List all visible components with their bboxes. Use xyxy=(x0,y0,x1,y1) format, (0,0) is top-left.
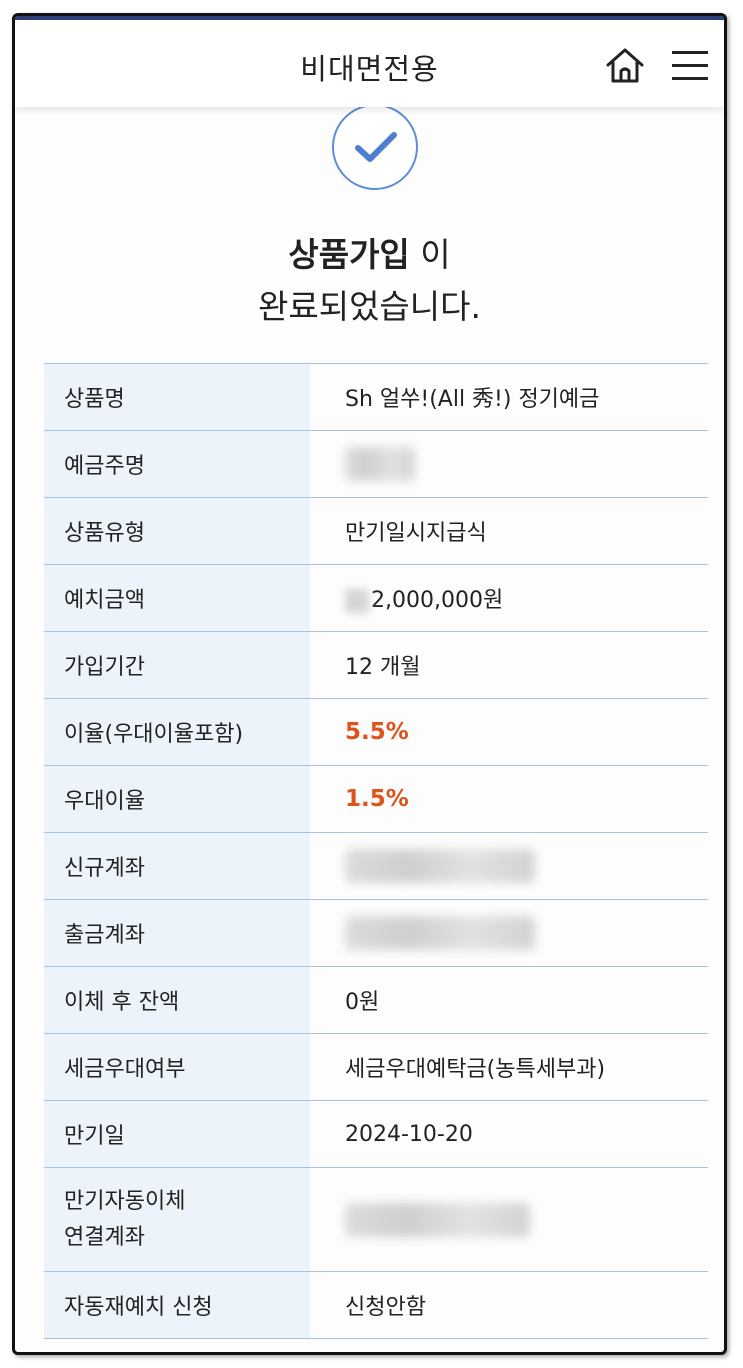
redacted-digit xyxy=(345,589,369,613)
row-value xyxy=(310,899,708,967)
redacted-new-account xyxy=(345,849,535,883)
row-label: 예금주명 xyxy=(44,430,310,498)
app-frame: 비대면전용 상품가입 이 완료되었습니다. 상품명 Sh 얼쑤!(All 秀!)… xyxy=(12,13,727,1355)
redacted-withdrawal-account xyxy=(345,916,535,950)
row-value: 2024-10-20 xyxy=(310,1100,708,1168)
row-value: 5.5% xyxy=(310,698,708,766)
table-row: 예금주명 xyxy=(44,430,708,498)
product-join-title: 상품가입 xyxy=(288,235,410,274)
table-row: 출금계좌 xyxy=(44,899,708,967)
row-label: 출금계좌 xyxy=(44,899,310,967)
row-label: 만기일 xyxy=(44,1100,310,1168)
completion-message: 상품가입 이 완료되었습니다. xyxy=(15,232,724,336)
redacted-holder-name xyxy=(345,447,415,481)
interest-rate: 5.5% xyxy=(345,719,409,745)
row-label: 신규계좌 xyxy=(44,832,310,900)
home-icon[interactable] xyxy=(605,46,645,84)
row-label: 이체 후 잔액 xyxy=(44,966,310,1034)
table-row: 만기자동이체연결계좌 xyxy=(44,1167,708,1272)
row-label: 자동재예치 신청 xyxy=(44,1271,310,1339)
row-value: 신청안함 xyxy=(310,1271,708,1339)
table-row: 이체 후 잔액 0원 xyxy=(44,966,708,1034)
preferential-rate: 1.5% xyxy=(345,786,409,812)
redacted-auto-transfer-account xyxy=(345,1202,530,1237)
row-value: 2,000,000원 xyxy=(310,564,708,632)
table-row: 세금우대여부 세금우대예탁금(농특세부과) xyxy=(44,1033,708,1101)
deposit-amount: 2,000,000원 xyxy=(371,588,504,613)
check-circle-icon xyxy=(332,104,418,190)
table-row: 상품유형 만기일시지급식 xyxy=(44,497,708,565)
row-label-line1: 만기자동이체 xyxy=(64,1188,186,1214)
row-label: 예치금액 xyxy=(44,564,310,632)
row-value: 0원 xyxy=(310,966,708,1034)
row-label: 만기자동이체연결계좌 xyxy=(44,1167,310,1272)
row-label-line2: 연결계좌 xyxy=(64,1224,145,1250)
row-value xyxy=(310,1167,708,1272)
row-value xyxy=(310,430,708,498)
title-particle: 이 xyxy=(409,235,451,274)
app-header: 비대면전용 xyxy=(15,20,724,107)
table-row: 자동재예치 신청 신청안함 xyxy=(44,1271,708,1339)
account-info-table: 상품명 Sh 얼쑤!(All 秀!) 정기예금 예금주명 상품유형 만기일시지급… xyxy=(44,363,708,1339)
row-label: 가입기간 xyxy=(44,631,310,699)
row-value: 세금우대예탁금(농특세부과) xyxy=(310,1033,708,1101)
row-value: 12 개월 xyxy=(310,631,708,699)
row-value: Sh 얼쑤!(All 秀!) 정기예금 xyxy=(310,363,708,431)
table-row: 만기일 2024-10-20 xyxy=(44,1100,708,1168)
completion-subtitle: 완료되었습니다. xyxy=(257,287,481,326)
row-value: 만기일시지급식 xyxy=(310,497,708,565)
hamburger-menu-icon[interactable] xyxy=(671,48,709,82)
row-label: 상품명 xyxy=(44,363,310,431)
row-value xyxy=(310,832,708,900)
table-row: 가입기간 12 개월 xyxy=(44,631,708,699)
table-row: 신규계좌 xyxy=(44,832,708,900)
row-label: 이율(우대이율포함) xyxy=(44,698,310,766)
row-value: 1.5% xyxy=(310,765,708,833)
row-label: 우대이율 xyxy=(44,765,310,833)
table-row: 상품명 Sh 얼쑤!(All 秀!) 정기예금 xyxy=(44,363,708,431)
row-label: 상품유형 xyxy=(44,497,310,565)
table-row: 이율(우대이율포함) 5.5% xyxy=(44,698,708,766)
table-row: 예치금액 2,000,000원 xyxy=(44,564,708,632)
table-row: 우대이율 1.5% xyxy=(44,765,708,833)
row-label: 세금우대여부 xyxy=(44,1033,310,1101)
